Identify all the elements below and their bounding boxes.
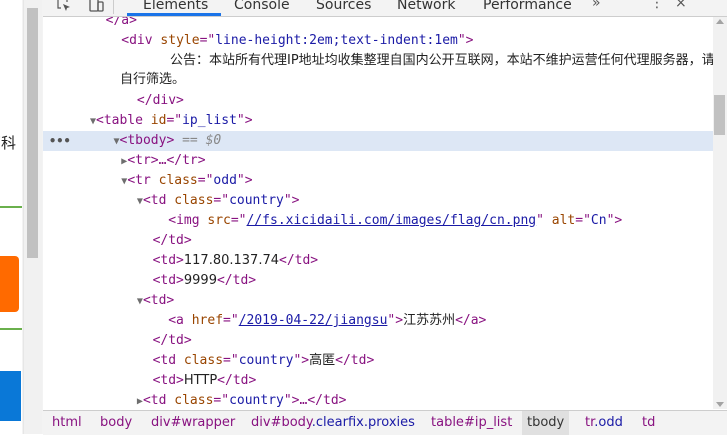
- tree-row[interactable]: ▼<table id="ip_list">: [43, 111, 713, 131]
- toolbar-separator: [113, 0, 114, 14]
- attr-value: odd: [213, 173, 237, 188]
- attr-value: line-height:2em;text-indent:1em: [215, 33, 458, 48]
- attr-name: class: [174, 193, 214, 208]
- scroll-up-icon[interactable]: [716, 19, 724, 24]
- cell-text: 9999: [183, 273, 217, 288]
- tree-row[interactable]: ▶<td class="country">…</td>: [43, 391, 713, 409]
- closing-tag: </div>: [136, 93, 184, 108]
- more-tabs-icon[interactable]: »: [592, 0, 601, 11]
- page-scrollbar-thumb[interactable]: [27, 8, 38, 258]
- attr-value: country: [238, 353, 294, 368]
- tree-row[interactable]: ▶<tr>…</tr>: [43, 151, 713, 171]
- tab-sources[interactable]: Sources: [316, 0, 371, 16]
- closing-tag: </td>: [152, 333, 192, 348]
- attr-name: class: [174, 393, 214, 408]
- tab-performance[interactable]: Performance: [483, 0, 572, 16]
- tree-scrollbar-thumb[interactable]: [714, 95, 725, 135]
- closing-tag: </td>: [152, 233, 192, 248]
- page-background: [0, 0, 22, 434]
- attr-name: style: [160, 33, 200, 48]
- page-content-strip: 百科: [0, 0, 43, 434]
- breadcrumb-item[interactable]: body: [95, 411, 137, 435]
- tag-name: img: [176, 213, 200, 228]
- page-blue-block: [0, 371, 21, 421]
- attr-name: class: [183, 353, 224, 368]
- cell-text: 高匿: [309, 353, 336, 368]
- page-divider: [0, 328, 22, 330]
- attr-name: src: [207, 213, 231, 228]
- tree-row[interactable]: <img src="//fs.xicidaili.com/images/flag…: [43, 211, 713, 231]
- tag-name: table: [103, 113, 143, 128]
- collapsed-node: <tr>…</tr>: [127, 153, 206, 168]
- cell-text: 117.80.137.74: [183, 253, 279, 268]
- attr-link[interactable]: //fs.xicidaili.com/images/flag/cn.png: [247, 213, 537, 228]
- tree-row[interactable]: <td>117.80.137.74</td>: [43, 251, 713, 271]
- more-options-icon[interactable]: •••: [49, 131, 71, 151]
- tree-scrollbar[interactable]: [713, 17, 727, 409]
- close-icon[interactable]: ×: [675, 0, 687, 11]
- attr-value: country: [229, 193, 284, 208]
- page-scrollbar[interactable]: [23, 0, 42, 434]
- page-orange-block: [0, 256, 19, 312]
- breadcrumb-item[interactable]: div#body.clearfix.proxies: [246, 411, 420, 435]
- attr-value: Cn: [590, 213, 607, 228]
- elements-tree: </a> <div style="line-height:2em;text-in…: [43, 17, 713, 409]
- link-text: 江苏苏州: [403, 313, 456, 328]
- tree-row[interactable]: </a>: [43, 17, 713, 31]
- breadcrumb-item[interactable]: div#wrapper: [146, 411, 240, 435]
- breadcrumb-item-selected[interactable]: tbody: [522, 411, 570, 435]
- page-divider: [0, 206, 22, 208]
- opening-tag: <td>: [142, 293, 175, 308]
- tag-name: td: [150, 193, 167, 208]
- tag-name: div: [129, 33, 153, 48]
- attr-value: country: [229, 393, 284, 408]
- tag-name: tr: [135, 173, 151, 188]
- attr-value: ip_list: [182, 113, 237, 128]
- tree-row[interactable]: ▼<td>: [43, 291, 713, 311]
- breadcrumb-item[interactable]: td: [637, 411, 660, 435]
- tree-row[interactable]: </td>: [43, 331, 713, 351]
- tree-row[interactable]: <td class="country">高匿</td>: [43, 351, 713, 371]
- tree-row-selected[interactable]: ••• ▼<tbody> == $0: [43, 131, 713, 151]
- tree-row[interactable]: <a href="/2019-04-22/jiangsu">江苏苏州</a>: [43, 311, 713, 331]
- attr-name: class: [158, 173, 198, 188]
- scroll-down-icon[interactable]: [716, 402, 724, 407]
- tree-row[interactable]: <div style="line-height:2em;text-indent:…: [43, 31, 713, 51]
- page-text: 百科: [0, 134, 17, 152]
- tree-row[interactable]: </td>: [43, 231, 713, 251]
- tab-network[interactable]: Network: [397, 0, 455, 16]
- breadcrumb-item[interactable]: html: [47, 411, 87, 435]
- breadcrumb-item[interactable]: table#ip_list: [426, 411, 517, 435]
- inspect-element-icon[interactable]: [55, 0, 73, 14]
- attr-name: alt: [551, 213, 576, 228]
- active-tab-indicator: [127, 13, 221, 16]
- device-toolbar-icon[interactable]: [87, 0, 105, 14]
- breadcrumb-item[interactable]: tr.odd: [580, 411, 628, 435]
- tree-row[interactable]: ▼<td class="country">: [43, 191, 713, 211]
- devtools-panel: Elements Console Sources Network Perform…: [43, 0, 727, 435]
- attr-name: href: [191, 313, 224, 328]
- notice-text: 公告：本站所有代理IP地址均收集整理自国内公开互联网，本站不维护运营任何代理服务…: [120, 53, 713, 87]
- attr-name: id: [150, 113, 167, 128]
- tab-console[interactable]: Console: [234, 0, 290, 16]
- tag-name: tbody: [127, 133, 167, 148]
- devtools-toolbar: Elements Console Sources Network Perform…: [43, 0, 727, 17]
- selected-marker: == $0: [182, 133, 222, 148]
- tree-row[interactable]: <td>9999</td>: [43, 271, 713, 291]
- tree-row[interactable]: ▼<tr class="odd">: [43, 171, 713, 191]
- menu-icon[interactable]: ⋮: [650, 0, 664, 11]
- breadcrumb: html body div#wrapper div#body.clearfix.…: [43, 410, 727, 435]
- tree-row[interactable]: <td>HTTP</td>: [43, 371, 713, 391]
- tree-row[interactable]: </div>: [43, 91, 713, 111]
- closing-tag: </a>: [105, 17, 137, 28]
- attr-link[interactable]: /2019-04-22/jiangsu: [239, 313, 388, 328]
- cell-text: HTTP: [183, 373, 218, 388]
